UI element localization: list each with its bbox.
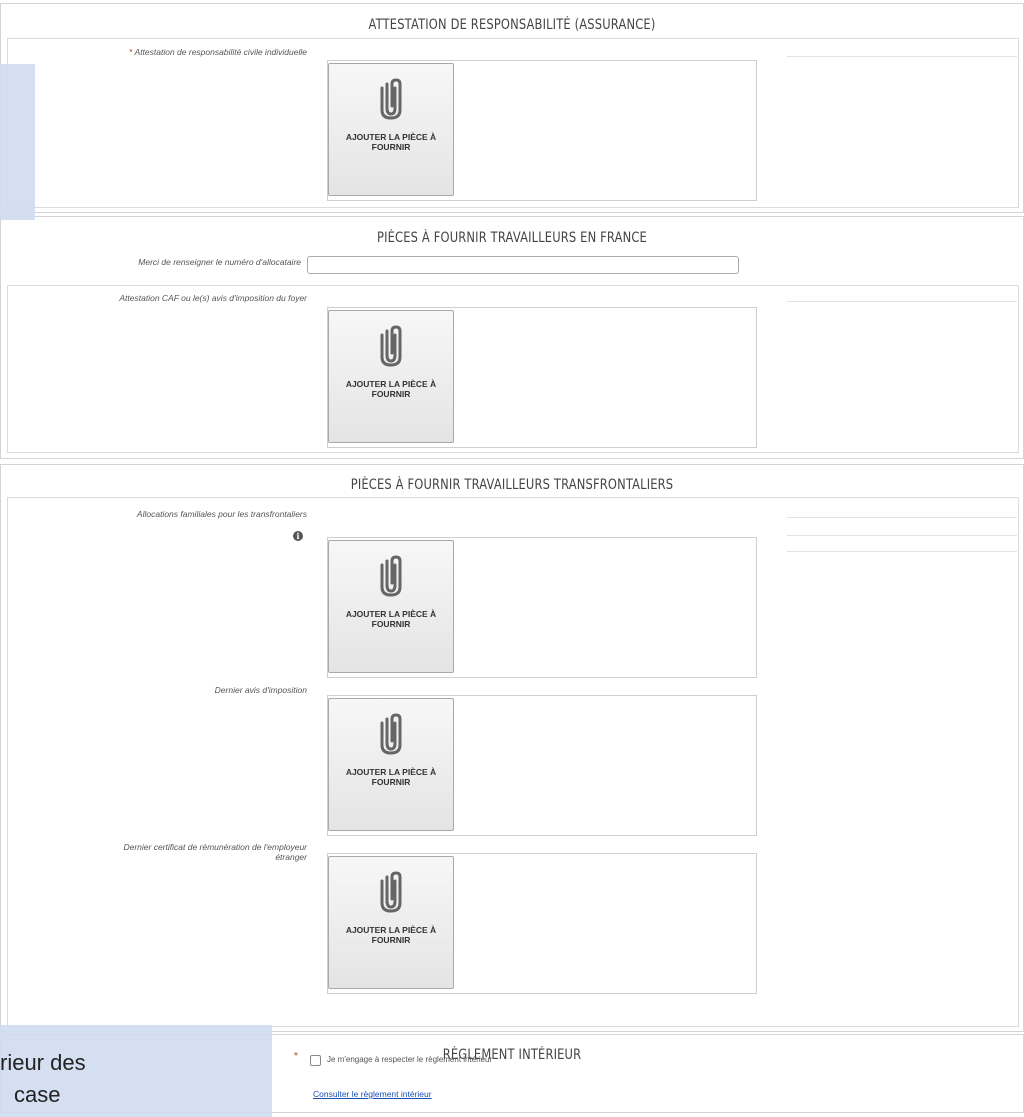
upload-button-caf[interactable]: AJOUTER LA PIÈCE À FOURNIR — [328, 310, 454, 443]
upload-button-avis[interactable]: AJOUTER LA PIÈCE À FOURNIR — [328, 698, 454, 831]
alloc-label: Allocations familiales pour les transfro… — [136, 509, 307, 519]
certificat-label: Dernier certificat de rémunération de l'… — [123, 842, 307, 862]
upload-button-assurance[interactable]: AJOUTER LA PIÈCE À FOURNIR — [328, 63, 454, 196]
avis-label: Dernier avis d'imposition — [214, 685, 307, 695]
france-section: PIÈCES À FOURNIR TRAVAILLEURS EN FRANCE … — [0, 216, 1024, 459]
allocataire-label: Merci de renseigner le numéro d'allocata… — [138, 257, 301, 267]
paperclip-icon — [380, 78, 402, 120]
reglement-checkbox-label: Je m'engage à respecter le règlement int… — [327, 1055, 493, 1064]
upload-button-label: AJOUTER LA PIÈCE À FOURNIR — [345, 925, 437, 945]
upload-button-label: AJOUTER LA PIÈCE À FOURNIR — [345, 767, 437, 787]
caf-label: Attestation CAF ou le(s) avis d'impositi… — [119, 293, 307, 303]
upload-button-alloc[interactable]: AJOUTER LA PIÈCE À FOURNIR — [328, 540, 454, 673]
paperclip-icon — [380, 871, 402, 913]
highlight-overlay-top — [0, 64, 35, 220]
paperclip-icon — [380, 325, 402, 367]
section-title-transfrontaliers: PIÈCES À FOURNIR TRAVAILLEURS TRANSFRONT… — [350, 477, 674, 493]
divider — [787, 301, 1017, 302]
upload-button-certificat[interactable]: AJOUTER LA PIÈCE À FOURNIR — [328, 856, 454, 989]
upload-panel-avis: AJOUTER LA PIÈCE À FOURNIR — [327, 695, 757, 836]
assurance-section: ATTESTATION DE RESPONSABILITÉ (ASSURANCE… — [0, 3, 1024, 213]
label-text: Attestation de responsabilité civile ind… — [134, 47, 307, 57]
upload-button-label: AJOUTER LA PIÈCE À FOURNIR — [345, 609, 437, 629]
upload-panel-certificat: AJOUTER LA PIÈCE À FOURNIR — [327, 853, 757, 994]
required-mark: * — [129, 47, 133, 57]
overlay-text-line1: rieur des — [0, 1050, 86, 1075]
upload-button-label: AJOUTER LA PIÈCE À FOURNIR — [345, 379, 437, 399]
section-title-assurance: ATTESTATION DE RESPONSABILITÉ (ASSURANCE… — [368, 17, 656, 33]
paperclip-icon — [380, 713, 402, 755]
paperclip-icon — [380, 555, 402, 597]
consulter-reglement-link[interactable]: Consulter le règlement intérieur — [313, 1089, 432, 1099]
divider — [787, 551, 1017, 552]
reglement-checkbox[interactable] — [310, 1055, 321, 1066]
upload-panel-caf: AJOUTER LA PIÈCE À FOURNIR — [327, 307, 757, 448]
divider — [787, 56, 1017, 57]
info-icon[interactable]: i — [293, 531, 303, 541]
upload-button-label: AJOUTER LA PIÈCE À FOURNIR — [345, 132, 437, 152]
assurance-field-label: * Attestation de responsabilité civile in… — [41, 47, 307, 57]
divider — [787, 535, 1017, 536]
overlay-text-line2: case — [14, 1082, 61, 1107]
required-mark: * — [294, 1051, 298, 1062]
upload-panel-assurance: AJOUTER LA PIÈCE À FOURNIR — [327, 60, 757, 201]
allocataire-input[interactable] — [307, 256, 739, 274]
divider — [787, 517, 1017, 518]
upload-panel-alloc: AJOUTER LA PIÈCE À FOURNIR — [327, 537, 757, 678]
transfrontaliers-section: PIÈCES À FOURNIR TRAVAILLEURS TRANSFRONT… — [0, 464, 1024, 1032]
section-title-france: PIÈCES À FOURNIR TRAVAILLEURS EN FRANCE — [377, 230, 647, 246]
